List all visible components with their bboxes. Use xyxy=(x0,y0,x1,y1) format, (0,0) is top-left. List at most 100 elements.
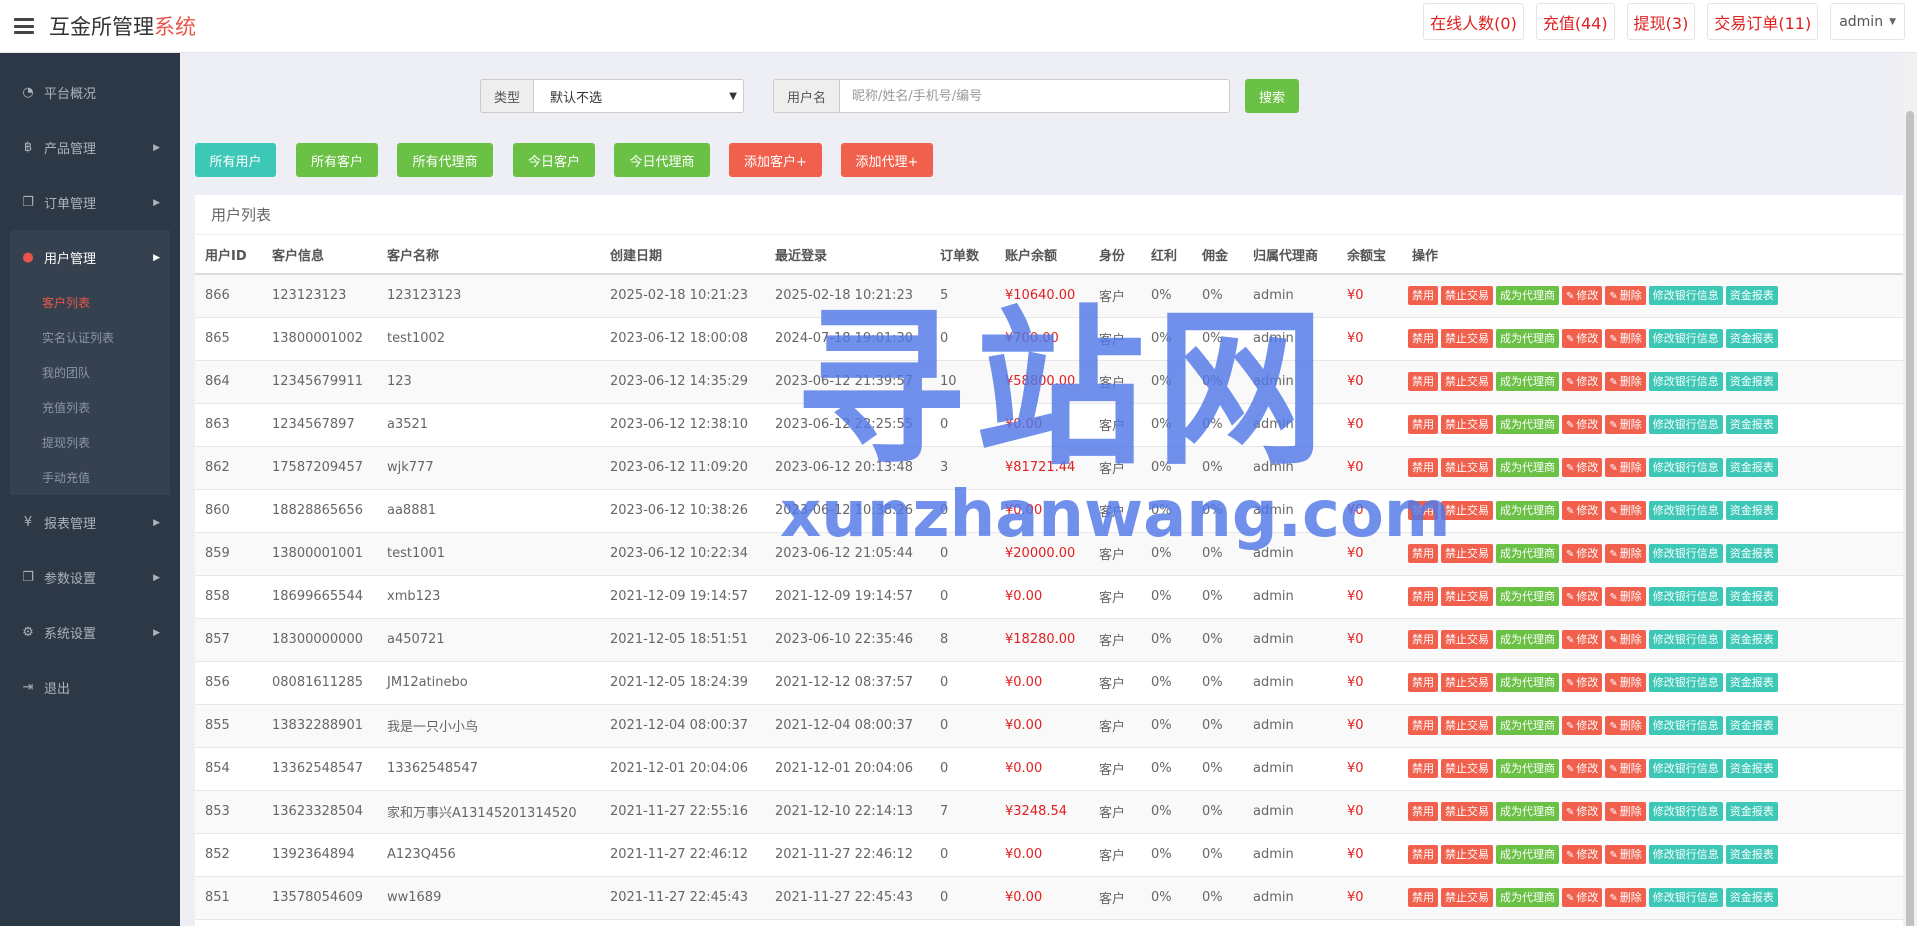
edit-button[interactable]: ✎ 修改 xyxy=(1562,587,1603,606)
delete-button[interactable]: ✎ 删除 xyxy=(1605,544,1646,563)
edit-bank-button[interactable]: 修改银行信息 xyxy=(1648,458,1723,477)
ban-trade-button[interactable]: 禁止交易 xyxy=(1441,415,1493,434)
edit-button[interactable]: ✎ 修改 xyxy=(1562,759,1603,778)
scrollbar[interactable] xyxy=(1903,53,1917,926)
make-agent-button[interactable]: 成为代理商 xyxy=(1496,286,1559,306)
fund-report-button[interactable]: 资金报表 xyxy=(1725,716,1778,735)
make-agent-button[interactable]: 成为代理商 xyxy=(1496,888,1559,907)
disable-button[interactable]: 禁用 xyxy=(1408,888,1438,907)
make-agent-button[interactable]: 成为代理商 xyxy=(1496,802,1559,821)
fund-report-button[interactable]: 资金报表 xyxy=(1725,329,1778,348)
edit-button[interactable]: ✎ 修改 xyxy=(1562,501,1603,520)
edit-bank-button[interactable]: 修改银行信息 xyxy=(1648,759,1723,778)
fund-report-button[interactable]: 资金报表 xyxy=(1725,501,1778,520)
disable-button[interactable]: 禁用 xyxy=(1408,673,1438,692)
ban-trade-button[interactable]: 禁止交易 xyxy=(1441,845,1493,864)
edit-bank-button[interactable]: 修改银行信息 xyxy=(1648,286,1723,306)
ban-trade-button[interactable]: 禁止交易 xyxy=(1441,673,1493,692)
edit-button[interactable]: ✎ 修改 xyxy=(1562,673,1603,692)
ban-trade-button[interactable]: 禁止交易 xyxy=(1441,630,1493,649)
ban-trade-button[interactable]: 禁止交易 xyxy=(1441,802,1493,821)
ban-trade-button[interactable]: 禁止交易 xyxy=(1441,329,1493,348)
fund-report-button[interactable]: 资金报表 xyxy=(1725,759,1778,778)
disable-button[interactable]: 禁用 xyxy=(1408,716,1438,735)
withdraw-button[interactable]: 提现(3) xyxy=(1626,3,1696,40)
make-agent-button[interactable]: 成为代理商 xyxy=(1496,372,1559,391)
filter-today-agents-button[interactable]: 今日代理商 xyxy=(614,143,710,177)
fund-report-button[interactable]: 资金报表 xyxy=(1725,888,1778,907)
edit-bank-button[interactable]: 修改银行信息 xyxy=(1648,888,1723,907)
disable-button[interactable]: 禁用 xyxy=(1408,802,1438,821)
edit-bank-button[interactable]: 修改银行信息 xyxy=(1648,673,1723,692)
ban-trade-button[interactable]: 禁止交易 xyxy=(1441,458,1493,477)
edit-button[interactable]: ✎ 修改 xyxy=(1562,544,1603,563)
delete-button[interactable]: ✎ 删除 xyxy=(1605,458,1646,477)
disable-button[interactable]: 禁用 xyxy=(1408,415,1438,434)
edit-button[interactable]: ✎ 修改 xyxy=(1562,716,1603,735)
edit-bank-button[interactable]: 修改银行信息 xyxy=(1648,329,1723,348)
delete-button[interactable]: ✎ 删除 xyxy=(1605,802,1646,821)
edit-bank-button[interactable]: 修改银行信息 xyxy=(1648,845,1723,864)
edit-bank-button[interactable]: 修改银行信息 xyxy=(1648,372,1723,391)
ban-trade-button[interactable]: 禁止交易 xyxy=(1441,587,1493,606)
delete-button[interactable]: ✎ 删除 xyxy=(1605,587,1646,606)
username-search-input[interactable] xyxy=(840,79,1230,113)
sidebar-item-products[interactable]: ฿ 产品管理 ▶ xyxy=(0,120,180,175)
edit-button[interactable]: ✎ 修改 xyxy=(1562,845,1603,864)
make-agent-button[interactable]: 成为代理商 xyxy=(1496,329,1559,348)
disable-button[interactable]: 禁用 xyxy=(1408,372,1438,391)
delete-button[interactable]: ✎ 删除 xyxy=(1605,372,1646,391)
delete-button[interactable]: ✎ 删除 xyxy=(1605,888,1646,907)
fund-report-button[interactable]: 资金报表 xyxy=(1725,587,1778,606)
edit-button[interactable]: ✎ 修改 xyxy=(1562,630,1603,649)
make-agent-button[interactable]: 成为代理商 xyxy=(1496,544,1559,563)
scrollbar-thumb[interactable] xyxy=(1906,111,1914,926)
edit-button[interactable]: ✎ 修改 xyxy=(1562,415,1603,434)
make-agent-button[interactable]: 成为代理商 xyxy=(1496,759,1559,778)
sidebar-item-params[interactable]: ❐ 参数设置 ▶ xyxy=(0,550,180,605)
filter-all-users-button[interactable]: 所有用户 xyxy=(195,143,276,177)
ban-trade-button[interactable]: 禁止交易 xyxy=(1441,372,1493,391)
sidebar-item-dashboard[interactable]: ◔ 平台概况 xyxy=(0,65,180,120)
submenu-verification-list[interactable]: 实名认证列表 xyxy=(10,320,170,355)
disable-button[interactable]: 禁用 xyxy=(1408,587,1438,606)
sidebar-item-users[interactable]: ● 用户管理 ▶ xyxy=(10,230,170,285)
delete-button[interactable]: ✎ 删除 xyxy=(1605,501,1646,520)
fund-report-button[interactable]: 资金报表 xyxy=(1725,286,1778,306)
admin-dropdown[interactable]: admin ▼ xyxy=(1830,3,1905,40)
fund-report-button[interactable]: 资金报表 xyxy=(1725,845,1778,864)
make-agent-button[interactable]: 成为代理商 xyxy=(1496,458,1559,477)
make-agent-button[interactable]: 成为代理商 xyxy=(1496,716,1559,735)
ban-trade-button[interactable]: 禁止交易 xyxy=(1441,716,1493,735)
edit-bank-button[interactable]: 修改银行信息 xyxy=(1648,544,1723,563)
edit-button[interactable]: ✎ 修改 xyxy=(1562,888,1603,907)
ban-trade-button[interactable]: 禁止交易 xyxy=(1441,286,1493,306)
make-agent-button[interactable]: 成为代理商 xyxy=(1496,587,1559,606)
search-button[interactable]: 搜索 xyxy=(1245,79,1299,113)
filter-today-customers-button[interactable]: 今日客户 xyxy=(513,143,595,177)
submenu-withdraw-list[interactable]: 提现列表 xyxy=(10,425,170,460)
sidebar-item-logout[interactable]: ⇥ 退出 xyxy=(0,660,180,715)
make-agent-button[interactable]: 成为代理商 xyxy=(1496,673,1559,692)
delete-button[interactable]: ✎ 删除 xyxy=(1605,759,1646,778)
trade-orders-button[interactable]: 交易订单(11) xyxy=(1707,3,1819,40)
disable-button[interactable]: 禁用 xyxy=(1408,458,1438,477)
disable-button[interactable]: 禁用 xyxy=(1408,845,1438,864)
edit-bank-button[interactable]: 修改银行信息 xyxy=(1648,415,1723,434)
edit-button[interactable]: ✎ 修改 xyxy=(1562,802,1603,821)
ban-trade-button[interactable]: 禁止交易 xyxy=(1441,544,1493,563)
edit-bank-button[interactable]: 修改银行信息 xyxy=(1648,501,1723,520)
disable-button[interactable]: 禁用 xyxy=(1408,544,1438,563)
submenu-manual-recharge[interactable]: 手动充值 xyxy=(10,460,170,495)
recharge-button[interactable]: 充值(44) xyxy=(1535,3,1615,40)
add-agent-button[interactable]: 添加代理+ xyxy=(841,143,933,177)
edit-button[interactable]: ✎ 修改 xyxy=(1562,372,1603,391)
fund-report-button[interactable]: 资金报表 xyxy=(1725,544,1778,563)
edit-button[interactable]: ✎ 修改 xyxy=(1562,286,1603,306)
sidebar-item-reports[interactable]: ¥ 报表管理 ▶ xyxy=(0,495,180,550)
make-agent-button[interactable]: 成为代理商 xyxy=(1496,415,1559,434)
delete-button[interactable]: ✎ 删除 xyxy=(1605,845,1646,864)
sidebar-item-orders[interactable]: ❐ 订单管理 ▶ xyxy=(0,175,180,230)
ban-trade-button[interactable]: 禁止交易 xyxy=(1441,888,1493,907)
ban-trade-button[interactable]: 禁止交易 xyxy=(1441,759,1493,778)
